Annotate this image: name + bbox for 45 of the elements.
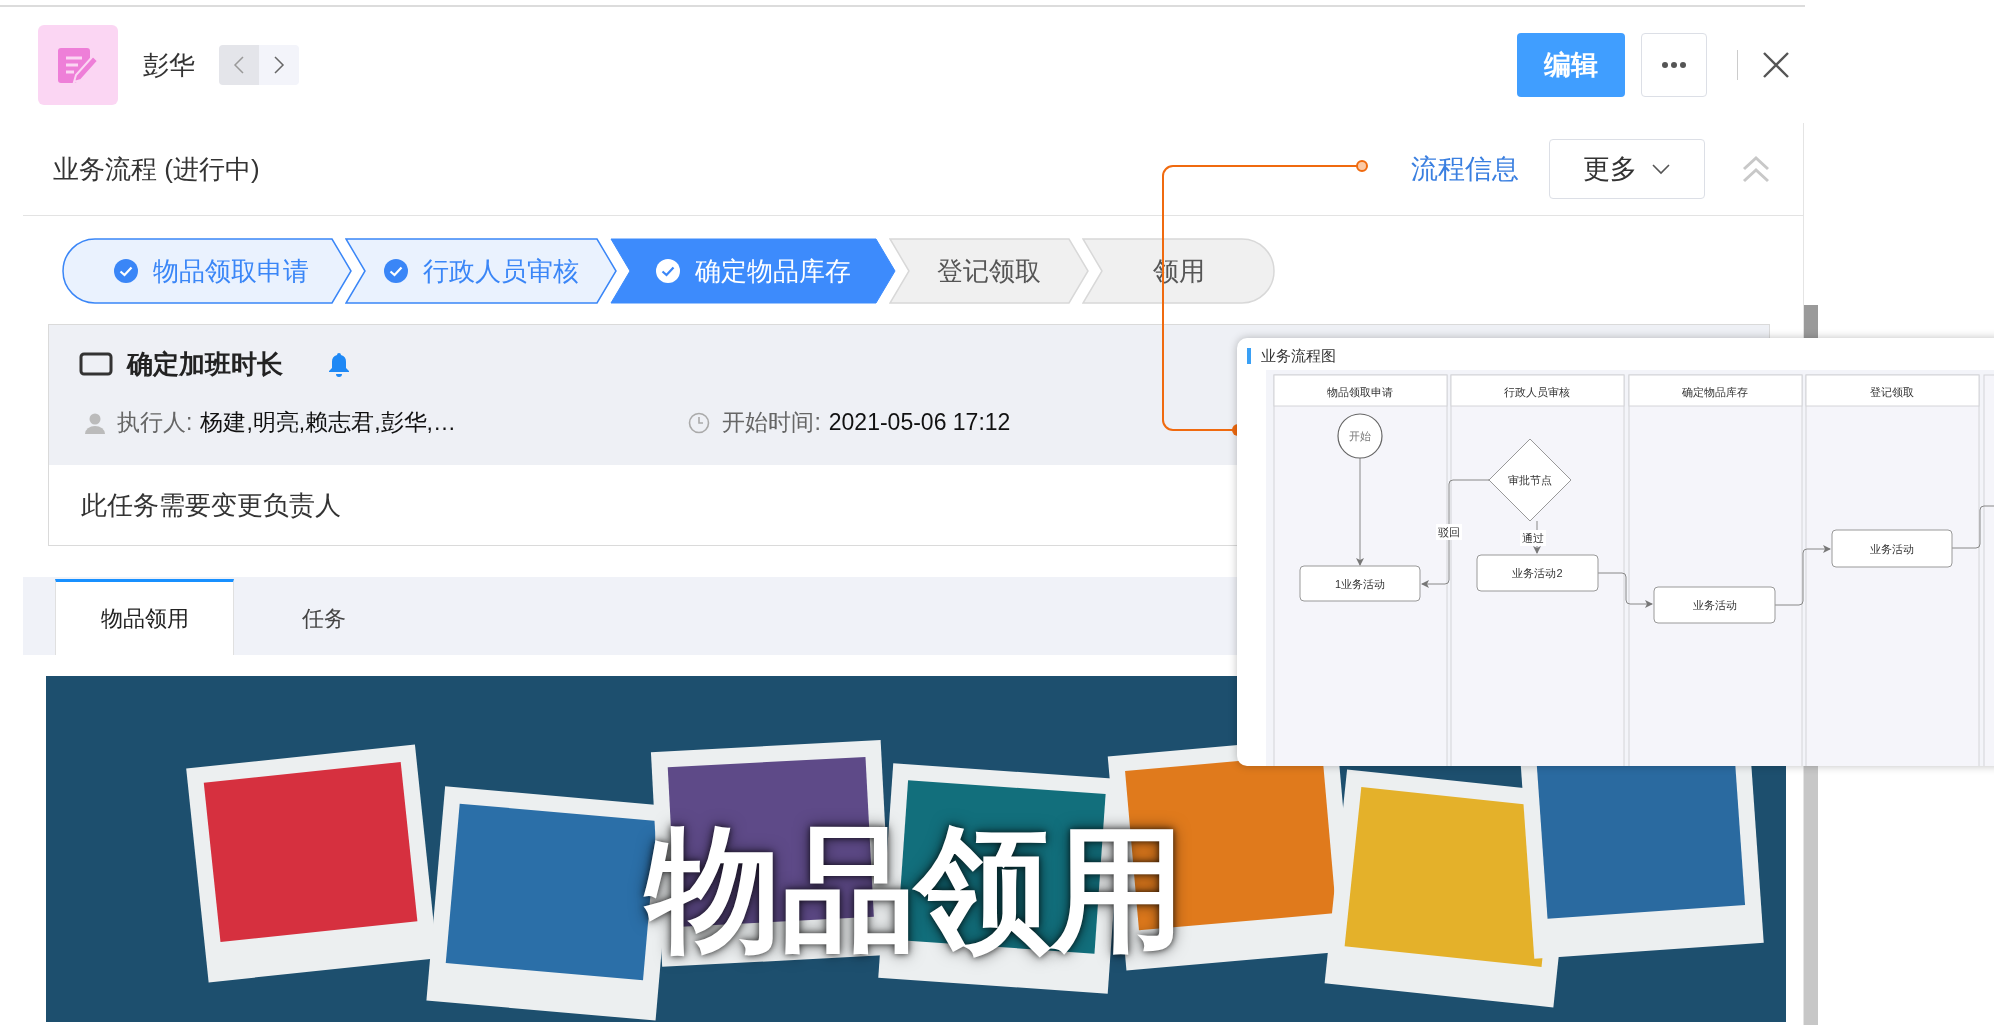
check-circle-icon <box>383 258 409 284</box>
tab[interactable]: 物品领用 <box>55 579 234 655</box>
start-time-value: 2021-05-06 17:12 <box>828 409 1011 436</box>
decision-node: 审批节点 <box>1488 438 1572 522</box>
record-owner-name: 彭华 <box>143 48 195 82</box>
process-step[interactable]: 登记领取 <box>889 238 1089 304</box>
next-button[interactable] <box>259 45 299 85</box>
executors-value: 杨建,明亮,赖志君,彭华,… <box>200 408 457 437</box>
popup-title: 业务流程图 <box>1261 346 1336 366</box>
activity-node: 1业务活动 <box>1299 565 1421 602</box>
task-note: 此任务需要变更负责人 <box>81 488 341 522</box>
lane-header: 登记领取 <box>1805 374 1980 407</box>
clock-icon <box>688 411 711 434</box>
task-rectangle-icon <box>79 352 113 376</box>
bell-icon[interactable] <box>327 351 351 377</box>
flow-arrow <box>1597 572 1653 608</box>
close-icon[interactable] <box>1762 51 1790 79</box>
lane-header: 确定物品库存 <box>1628 374 1803 407</box>
more-icon <box>1661 61 1687 69</box>
tab[interactable]: 任务 <box>234 579 413 655</box>
activity-node: 业务活动 <box>1653 586 1776 624</box>
chevron-left-icon <box>233 55 245 75</box>
edge-label: 通过 <box>1520 530 1546 546</box>
activity-node: 业务活动 <box>1831 529 1953 568</box>
more-button[interactable] <box>1641 33 1707 97</box>
person-icon <box>85 411 105 434</box>
chevron-right-icon <box>273 55 285 75</box>
collapse-icon[interactable] <box>1741 155 1771 183</box>
flow-arrow <box>1774 545 1831 606</box>
executors-label: 执行人: <box>117 408 193 437</box>
process-title: 业务流程 (进行中) <box>53 152 260 186</box>
activity-node: 业务活动2 <box>1476 554 1599 592</box>
check-circle-icon <box>655 258 681 284</box>
lane-header: 物品领取申请 <box>1273 374 1448 407</box>
edge-label: 驳回 <box>1436 524 1462 540</box>
task-title: 确定加班时长 <box>127 347 283 381</box>
start-time-label: 开始时间: <box>722 408 821 437</box>
app-logo-icon <box>38 25 118 105</box>
start-node: 开始 <box>1337 413 1383 459</box>
process-info-link[interactable]: 流程信息 <box>1411 151 1519 187</box>
check-circle-icon <box>113 258 139 284</box>
lane-header: 行政人员审核 <box>1450 374 1625 407</box>
process-step[interactable]: 确定物品库存 <box>610 238 896 304</box>
chevron-down-icon <box>1651 163 1671 175</box>
more-dropdown[interactable]: 更多 <box>1549 139 1705 199</box>
